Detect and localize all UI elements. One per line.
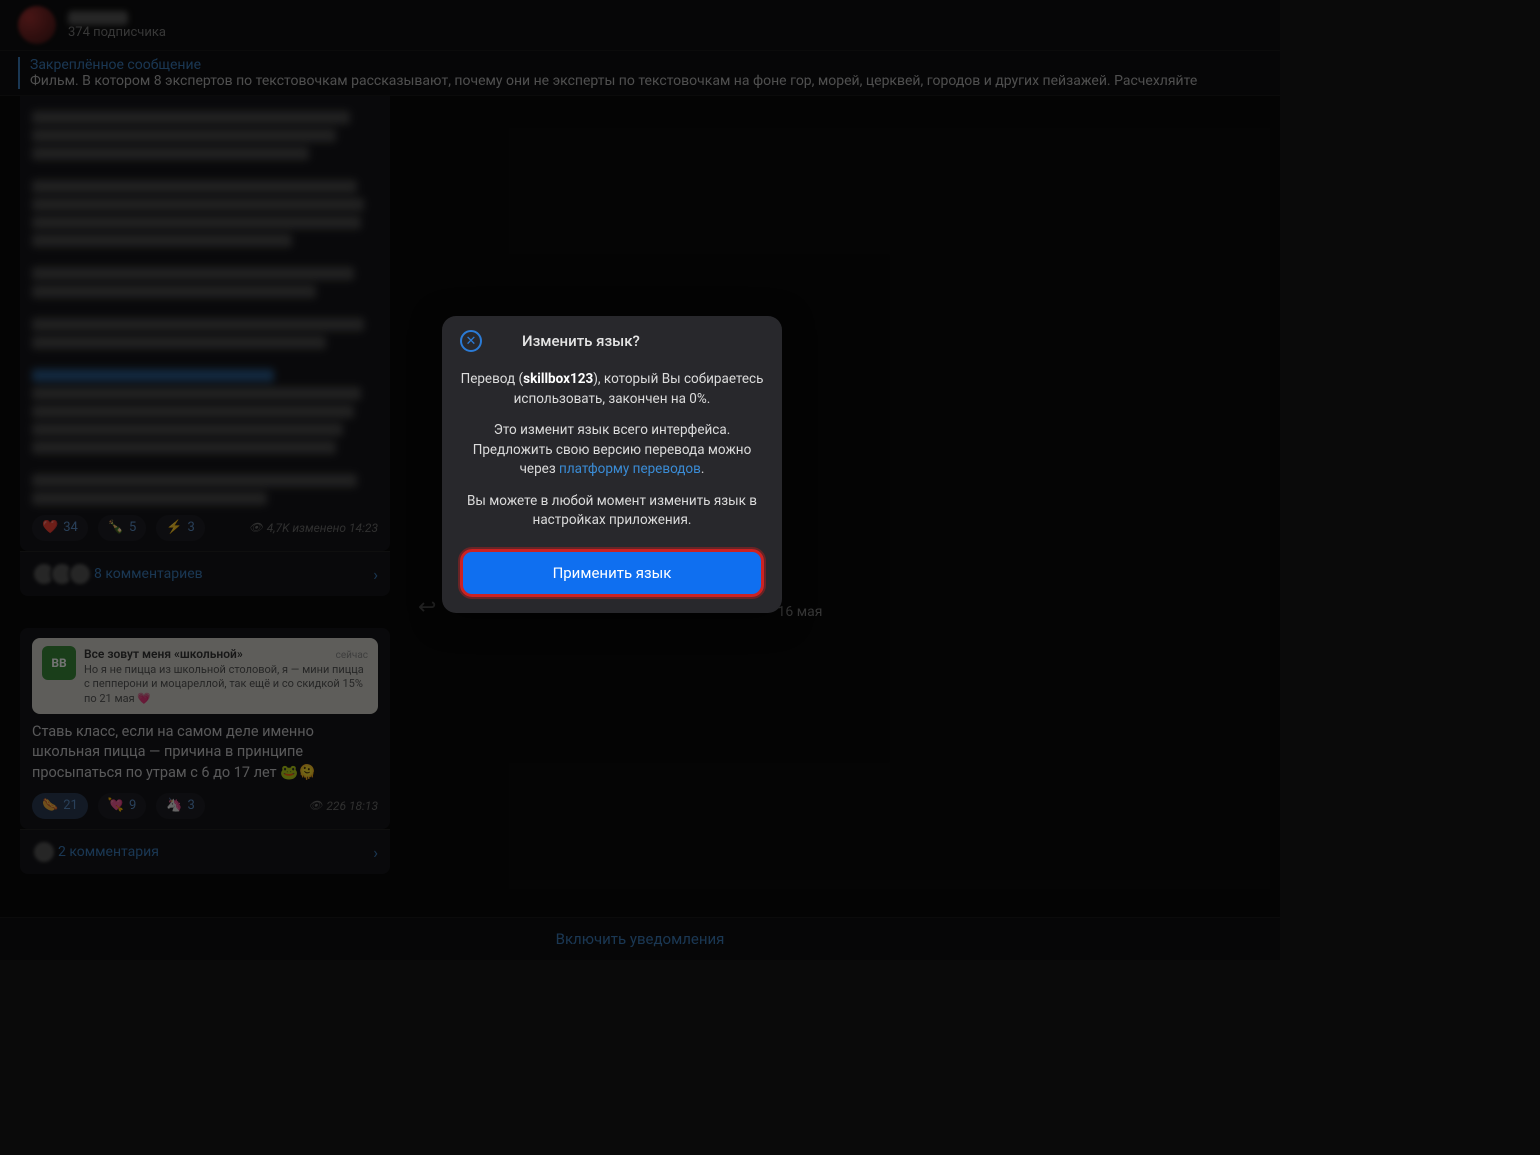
- comments-button[interactable]: 8 комментариев ›: [20, 551, 390, 596]
- message-body: Ставь класс, если на самом деле именно ш…: [32, 722, 378, 783]
- message[interactable]: ❤️ 34 🍾 5 ⚡ 3 👁 4,7K изменено 14:23: [20, 96, 390, 551]
- change-language-modal: ✕ Изменить язык? Перевод (skillbox123), …: [442, 316, 782, 613]
- bolt-icon: ⚡: [166, 519, 182, 537]
- blurred-text: [32, 111, 378, 505]
- hotdog-icon: 🌭: [42, 797, 58, 815]
- reaction-count: 9: [129, 797, 136, 815]
- reactions-row: 🌭 21 💘 9 🦄 3 👁 226 18:13: [32, 793, 378, 819]
- embed-time: сейчас: [336, 649, 368, 663]
- champagne-icon: 🍾: [108, 519, 124, 537]
- embedded-reply[interactable]: ВВ Все зовут меня «школьной» сейчас Но я…: [32, 638, 378, 714]
- reaction-count: 3: [188, 519, 195, 537]
- modal-title: Изменить язык?: [522, 332, 640, 350]
- chevron-right-icon: ›: [373, 565, 378, 584]
- reaction-count: 3: [188, 797, 195, 815]
- heart-icon: ❤️: [42, 519, 58, 537]
- reaction[interactable]: 🍾 5: [98, 515, 147, 541]
- modal-body: Перевод (skillbox123), который Вы собира…: [460, 370, 764, 531]
- embed-text: Но я не пицца из школьной столовой, я — …: [84, 663, 368, 706]
- enable-notifications-button[interactable]: Включить уведомления: [0, 917, 1280, 960]
- embed-badge-icon: ВВ: [42, 646, 76, 680]
- share-icon[interactable]: ↩: [418, 595, 436, 620]
- embed-title: Все зовут меня «школьной»: [84, 646, 243, 663]
- close-icon: ✕: [466, 334, 477, 349]
- commenter-avatar-icon: [32, 840, 56, 864]
- reaction[interactable]: ⚡ 3: [156, 515, 205, 541]
- eye-icon: 👁: [308, 798, 322, 813]
- commenter-avatar-icon: [68, 562, 92, 586]
- channel-title[interactable]: [68, 11, 128, 25]
- reaction[interactable]: 💘 9: [98, 793, 147, 819]
- translation-name: skillbox123: [523, 371, 593, 387]
- chevron-right-icon: ›: [373, 843, 378, 862]
- reaction-count: 21: [63, 797, 78, 815]
- subscribers-count: 374 подписчика: [68, 25, 166, 40]
- comments-label: 8 комментариев: [94, 566, 365, 582]
- message[interactable]: ВВ Все зовут меня «школьной» сейчас Но я…: [20, 628, 390, 829]
- views-meta: 👁 226 18:13: [308, 798, 378, 815]
- close-button[interactable]: ✕: [460, 330, 482, 352]
- reactions-row: ❤️ 34 🍾 5 ⚡ 3 👁 4,7K изменено 14:23: [32, 515, 378, 541]
- pinned-message[interactable]: Закреплённое сообщение Фильм. В котором …: [0, 50, 1280, 96]
- comments-button[interactable]: 2 комментария ›: [20, 829, 390, 874]
- reaction-count: 34: [63, 519, 78, 537]
- comments-label: 2 комментария: [58, 844, 365, 860]
- apply-language-button[interactable]: Применить язык: [460, 549, 764, 597]
- channel-avatar-icon[interactable]: [18, 6, 56, 44]
- reaction[interactable]: 🦄 3: [156, 793, 205, 819]
- reaction[interactable]: ❤️ 34: [32, 515, 88, 541]
- header: 374 подписчика: [0, 0, 1280, 50]
- pinned-text: Фильм. В котором 8 экспертов по текстово…: [30, 73, 1262, 89]
- heart-arrow-icon: 💘: [108, 797, 124, 815]
- views-meta: 👁 4,7K изменено 14:23: [249, 520, 378, 537]
- reaction-count: 5: [129, 519, 136, 537]
- eye-icon: 👁: [249, 520, 263, 535]
- unicorn-icon: 🦄: [166, 797, 182, 815]
- translation-platform-link[interactable]: платформу переводов: [559, 461, 701, 477]
- pinned-label: Закреплённое сообщение: [30, 57, 1262, 73]
- reaction[interactable]: 🌭 21: [32, 793, 88, 819]
